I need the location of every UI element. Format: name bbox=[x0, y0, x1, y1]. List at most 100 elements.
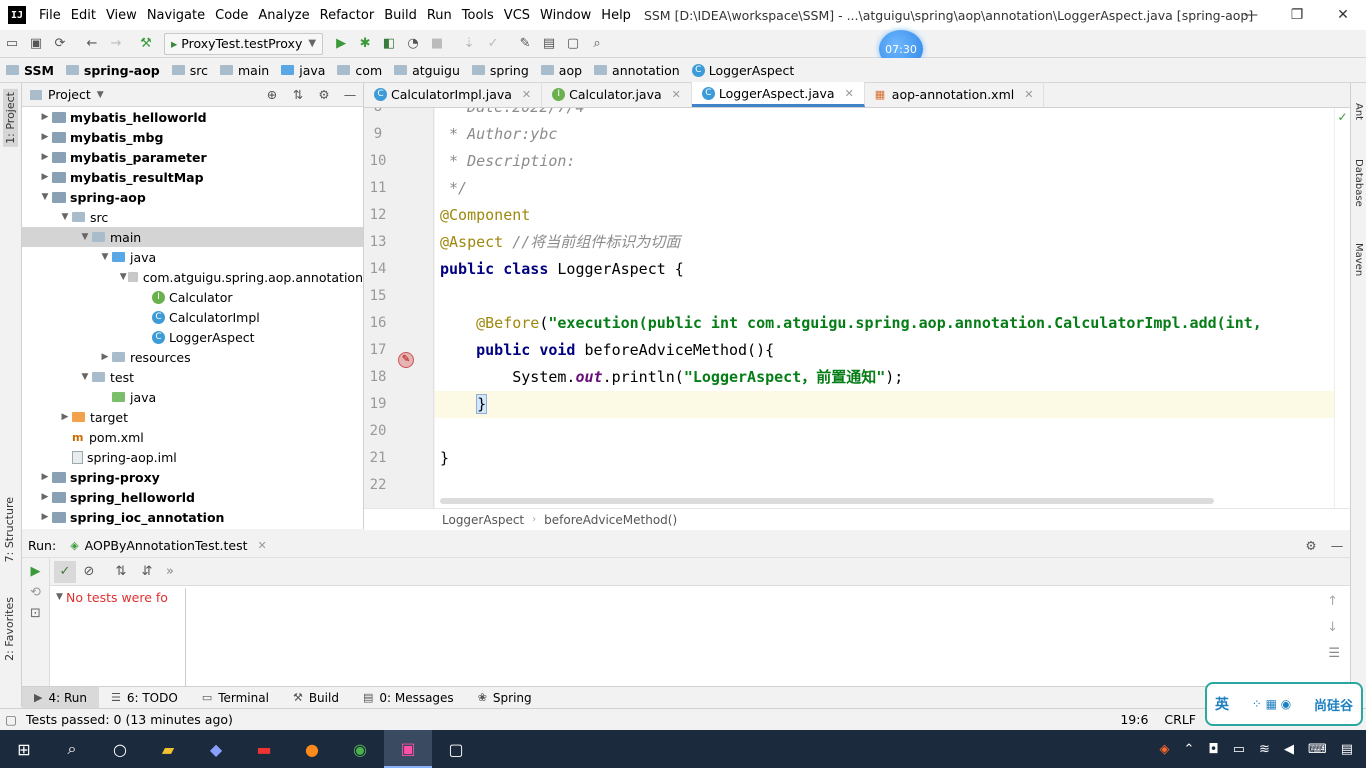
tool-tab[interactable]: ☰ 6: TODO bbox=[99, 687, 190, 709]
nav-crumb[interactable]: java bbox=[275, 63, 331, 78]
nav-crumb[interactable]: main bbox=[214, 63, 275, 78]
tray-keyboard-icon[interactable]: ⌨ bbox=[1301, 742, 1334, 757]
close-tab-icon[interactable]: ✕ bbox=[1024, 88, 1033, 101]
nav-crumb[interactable]: com bbox=[331, 63, 388, 78]
tree-item[interactable]: ▼ spring-aop bbox=[22, 187, 363, 207]
chrome-icon[interactable]: ◉ bbox=[336, 730, 384, 768]
tree-item[interactable]: ▶ resources bbox=[22, 347, 363, 367]
close-button[interactable]: ✕ bbox=[1320, 0, 1366, 30]
tree-item[interactable]: ▶ mybatis_parameter bbox=[22, 147, 363, 167]
tray-wifi-icon[interactable]: ≋ bbox=[1252, 742, 1277, 757]
project-panel-title[interactable]: Project bbox=[48, 87, 91, 102]
menu-vcs[interactable]: VCS bbox=[499, 8, 535, 23]
coverage-icon[interactable]: ◧ bbox=[377, 32, 401, 56]
editor-vertical-scrollbar[interactable]: ✓ bbox=[1334, 108, 1350, 508]
nav-crumb[interactable]: annotation bbox=[588, 63, 686, 78]
tree-item[interactable]: ▶ mybatis_mbg bbox=[22, 127, 363, 147]
menu-help[interactable]: Help bbox=[596, 8, 636, 23]
toggle-auto-test-icon[interactable]: ⊡ bbox=[22, 606, 49, 621]
expand-arrow-icon[interactable]: ▶ bbox=[38, 132, 52, 142]
line-separator[interactable]: CRLF bbox=[1164, 712, 1196, 727]
close-tab-icon[interactable]: ✕ bbox=[257, 539, 266, 552]
project-structure-icon[interactable]: ▤ bbox=[537, 32, 561, 56]
editor-tab[interactable]: ▦ aop-annotation.xml ✕ bbox=[865, 82, 1045, 107]
scroll-up-icon[interactable]: ↑ bbox=[1327, 594, 1338, 609]
editor-tab[interactable]: C CalculatorImpl.java ✕ bbox=[364, 82, 543, 107]
open-folder-icon[interactable]: ▭ bbox=[0, 32, 24, 56]
tree-item[interactable]: ▶ spring_helloworld bbox=[22, 487, 363, 507]
show-passed-icon[interactable]: ✓ bbox=[54, 560, 76, 583]
run-config-select[interactable]: ▸ ProxyTest.testProxy ▼ bbox=[164, 32, 324, 55]
maximize-button[interactable]: ❐ bbox=[1274, 0, 1320, 30]
expand-arrow-icon[interactable]: ▶ bbox=[58, 412, 72, 422]
build-hammer-icon[interactable]: ⚒ bbox=[134, 32, 158, 56]
ant-tool-tab[interactable]: Ant bbox=[1353, 103, 1364, 120]
code-editor[interactable]: * Date:2022/7/4 * Author:ybc * Descripti… bbox=[435, 108, 1334, 508]
expand-arrow-icon[interactable]: ▶ bbox=[38, 112, 52, 122]
back-icon[interactable]: ← bbox=[80, 32, 104, 56]
sync-icon[interactable]: ⟳ bbox=[48, 32, 72, 56]
ime-language[interactable]: 英 bbox=[1215, 694, 1229, 714]
settings-wrench-icon[interactable]: ✎ bbox=[513, 32, 537, 56]
nav-crumb[interactable]: atguigu bbox=[388, 63, 466, 78]
chevron-down-icon[interactable]: ▼ bbox=[56, 592, 63, 602]
menu-view[interactable]: View bbox=[101, 8, 142, 23]
hide-panel-icon[interactable]: — bbox=[337, 87, 363, 102]
tree-item[interactable]: ▼ test bbox=[22, 367, 363, 387]
nav-crumb[interactable]: SSM bbox=[0, 63, 60, 78]
expand-arrow-icon[interactable]: ▶ bbox=[38, 512, 52, 522]
tool-tab[interactable]: ▭ Terminal bbox=[190, 687, 281, 709]
run-icon[interactable]: ▶ bbox=[329, 32, 353, 56]
tree-item[interactable]: C LoggerAspect bbox=[22, 327, 363, 347]
tree-item[interactable]: ▼ src bbox=[22, 207, 363, 227]
soft-wrap-icon[interactable]: ☰ bbox=[1328, 646, 1340, 661]
rerun-failed-icon[interactable]: ⟲ bbox=[22, 585, 49, 600]
notification-icon[interactable]: ▤ bbox=[1334, 742, 1360, 757]
menu-run[interactable]: Run bbox=[422, 8, 457, 23]
rerun-icon[interactable]: ▶ bbox=[22, 564, 49, 579]
menu-navigate[interactable]: Navigate bbox=[142, 8, 210, 23]
firefox-icon[interactable]: ● bbox=[288, 730, 336, 768]
menu-refactor[interactable]: Refactor bbox=[315, 8, 380, 23]
database-tool-tab[interactable]: Database bbox=[1353, 159, 1364, 207]
locate-icon[interactable]: ⊕ bbox=[259, 87, 285, 102]
collapse-all-icon[interactable]: ⇅ bbox=[285, 87, 311, 102]
expand-arrow-icon[interactable]: ▶ bbox=[38, 472, 52, 482]
close-tab-icon[interactable]: ✕ bbox=[845, 87, 854, 100]
tree-item[interactable]: ▼ main bbox=[22, 227, 363, 247]
expand-arrow-icon[interactable]: ▶ bbox=[38, 152, 52, 162]
sdk-icon[interactable]: ▢ bbox=[561, 32, 585, 56]
menu-build[interactable]: Build bbox=[379, 8, 422, 23]
editor-horizontal-scrollbar[interactable] bbox=[440, 498, 1214, 504]
typora-icon[interactable]: ▢ bbox=[432, 730, 480, 768]
sort-alpha-icon[interactable]: ⇅ bbox=[108, 564, 134, 579]
scroll-down-icon[interactable]: ↓ bbox=[1327, 620, 1338, 635]
close-tab-icon[interactable]: ✕ bbox=[522, 88, 531, 101]
tray-app-icon[interactable]: ◈ bbox=[1153, 742, 1177, 757]
save-all-icon[interactable]: ▣ bbox=[24, 32, 48, 56]
show-ignored-icon[interactable]: ⊘ bbox=[76, 564, 102, 579]
menu-window[interactable]: Window bbox=[535, 8, 596, 23]
breadcrumb-class[interactable]: LoggerAspect bbox=[442, 513, 524, 527]
structure-tool-tab[interactable]: 7: Structure bbox=[3, 497, 16, 562]
profile-icon[interactable]: ◔ bbox=[401, 32, 425, 56]
tree-item[interactable]: I Calculator bbox=[22, 287, 363, 307]
search-everywhere-icon[interactable]: ⌕ bbox=[585, 32, 609, 56]
expand-arrow-icon[interactable]: ▶ bbox=[38, 172, 52, 182]
status-message[interactable]: Tests passed: 0 (13 minutes ago) bbox=[26, 712, 233, 727]
editor-tab[interactable]: C LoggerAspect.java ✕ bbox=[691, 82, 865, 107]
tree-item[interactable]: ▶ spring-proxy bbox=[22, 467, 363, 487]
tree-item[interactable]: spring-aop.iml bbox=[22, 447, 363, 467]
vcs-update-icon[interactable]: ⇣ bbox=[457, 32, 481, 56]
intellij-taskbar-icon[interactable]: ▣ bbox=[384, 730, 432, 768]
minimize-button[interactable]: — bbox=[1228, 0, 1274, 30]
expand-arrow-icon[interactable]: ▼ bbox=[38, 192, 52, 202]
close-tab-icon[interactable]: ✕ bbox=[672, 88, 681, 101]
tree-item[interactable]: ▶ mybatis_helloworld bbox=[22, 107, 363, 127]
expand-arrow-icon[interactable]: ▼ bbox=[78, 232, 92, 242]
nav-crumb[interactable]: spring bbox=[466, 63, 535, 78]
vcs-commit-icon[interactable]: ✓ bbox=[481, 32, 505, 56]
search-icon[interactable]: ⌕ bbox=[48, 730, 96, 768]
nav-crumb[interactable]: src bbox=[166, 63, 214, 78]
run-tab[interactable]: ◈ AOPByAnnotationTest.test ✕ bbox=[70, 538, 267, 553]
